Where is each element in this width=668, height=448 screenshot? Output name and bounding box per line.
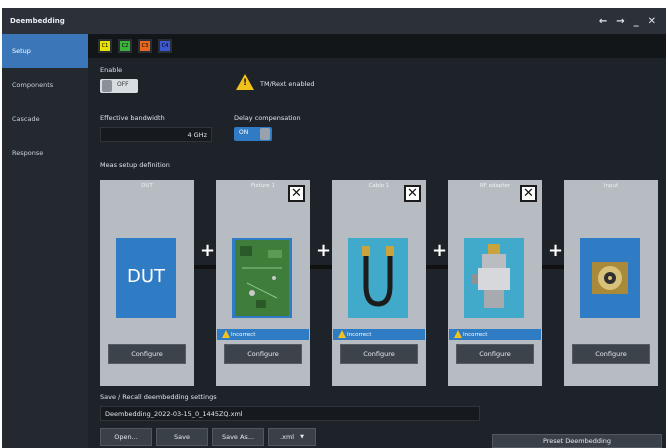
configure-button[interactable]: Configure bbox=[456, 344, 534, 364]
warning-icon bbox=[236, 74, 254, 90]
save-as-button[interactable]: Save As... bbox=[212, 428, 264, 446]
channel-tabs: C1 C2 C3 C4 bbox=[88, 34, 666, 58]
sidebar-item-cascade[interactable]: Cascade bbox=[2, 102, 88, 136]
bandwidth-label: Effective bandwidth bbox=[100, 114, 165, 122]
dut-icon: DUT bbox=[116, 238, 176, 318]
close-icon[interactable]: ✕ bbox=[404, 185, 421, 202]
add-component-icon[interactable]: + bbox=[432, 240, 447, 261]
sidebar: Setup Components Cascade Response bbox=[2, 34, 88, 448]
sidebar-item-components[interactable]: Components bbox=[2, 68, 88, 102]
adapter-icon bbox=[464, 238, 524, 318]
arrow-left-icon[interactable]: ← bbox=[599, 16, 607, 27]
configure-button[interactable]: Configure bbox=[224, 344, 302, 364]
add-component-icon[interactable]: + bbox=[316, 240, 331, 261]
open-button[interactable]: Open... bbox=[100, 428, 152, 446]
preset-deembedding-button[interactable]: Preset Deembedding bbox=[492, 434, 662, 448]
setup-panel: C1 C2 C3 C4 Enable OFF TM/Rext enabled E… bbox=[88, 34, 666, 448]
close-icon[interactable]: ✕ bbox=[648, 16, 656, 27]
configure-button[interactable]: Configure bbox=[108, 344, 186, 364]
configure-button[interactable]: Configure bbox=[572, 344, 650, 364]
window-title: Deembedding bbox=[10, 17, 65, 25]
sidebar-item-setup[interactable]: Setup bbox=[2, 34, 88, 68]
component-dut[interactable]: DUT DUT Configure bbox=[100, 180, 194, 386]
save-button[interactable]: Save bbox=[156, 428, 208, 446]
title-bar: Deembedding ← → _ ✕ bbox=[2, 8, 666, 34]
component-fixture[interactable]: Fixture 1 ✕ Incorrect Configure bbox=[216, 180, 310, 386]
configure-button[interactable]: Configure bbox=[340, 344, 418, 364]
delay-toggle[interactable]: ON bbox=[234, 127, 272, 141]
tab-c1[interactable]: C1 bbox=[98, 39, 112, 53]
minimize-icon[interactable]: _ bbox=[634, 16, 639, 27]
delay-label: Delay compensation bbox=[234, 114, 301, 122]
component-cable[interactable]: Cable 1 ✕ Incorrect Configure bbox=[332, 180, 426, 386]
status-badge: Incorrect bbox=[333, 329, 425, 340]
format-select[interactable]: .xml ▼ bbox=[268, 428, 316, 446]
add-component-icon[interactable]: + bbox=[200, 240, 215, 261]
component-input[interactable]: Input Configure bbox=[564, 180, 658, 386]
close-icon[interactable]: ✕ bbox=[288, 185, 305, 202]
add-component-icon[interactable]: + bbox=[548, 240, 563, 261]
warning-text: TM/Rext enabled bbox=[260, 80, 315, 88]
setup-definition-label: Meas setup definition bbox=[100, 161, 170, 169]
filename-field[interactable]: Deembedding_2022-03-15_0_1445ZQ.xml bbox=[100, 406, 480, 421]
chevron-down-icon: ▼ bbox=[300, 434, 304, 440]
status-badge: Incorrect bbox=[217, 329, 309, 340]
cable-icon bbox=[348, 238, 408, 318]
deembedding-window: Deembedding ← → _ ✕ Setup Components Cas… bbox=[2, 8, 666, 448]
component-adapter[interactable]: RF adapter ✕ Incorrect Configure bbox=[448, 180, 542, 386]
sidebar-item-response[interactable]: Response bbox=[2, 136, 88, 170]
status-badge: Incorrect bbox=[449, 329, 541, 340]
tab-c2[interactable]: C2 bbox=[118, 39, 132, 53]
arrow-right-icon[interactable]: → bbox=[616, 16, 624, 27]
tab-c4[interactable]: C4 bbox=[158, 39, 172, 53]
circuit-board-icon bbox=[232, 238, 292, 318]
save-recall-label: Save / Recall deembedding settings bbox=[100, 393, 217, 401]
enable-label: Enable bbox=[100, 66, 123, 74]
connector-icon bbox=[580, 238, 640, 318]
close-icon[interactable]: ✕ bbox=[520, 185, 537, 202]
tab-c3[interactable]: C3 bbox=[138, 39, 152, 53]
enable-toggle[interactable]: OFF bbox=[100, 79, 138, 93]
bandwidth-field[interactable]: 4 GHz bbox=[100, 127, 212, 142]
